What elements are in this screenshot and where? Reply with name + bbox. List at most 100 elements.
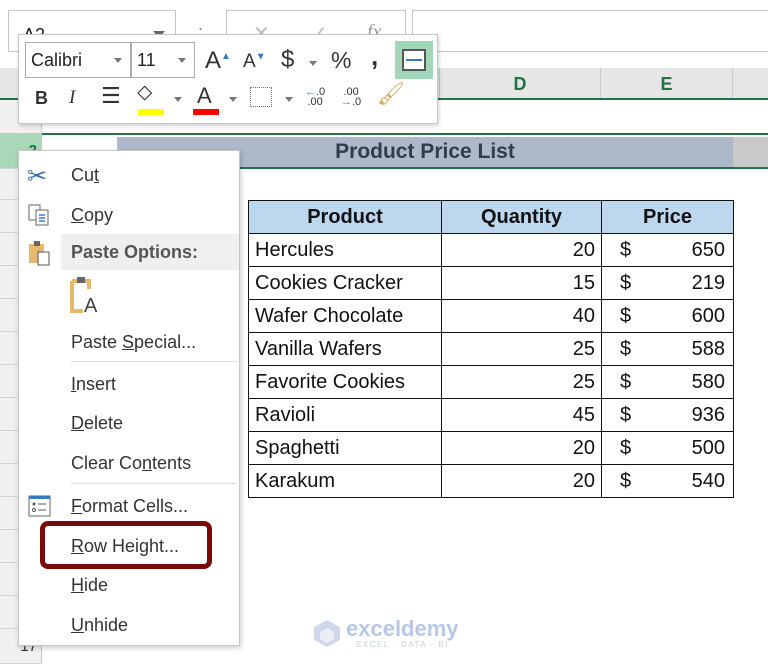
quantity-cell[interactable]: 25 [441,332,602,366]
menu-item-format-cells[interactable]: Format Cells... [19,487,239,523]
format-painter-icon[interactable]: 🖌 [377,81,405,107]
menu-item-cut[interactable]: ✂ Cut [19,156,239,192]
price-amount: 219 [691,271,725,294]
scissors-icon: ✂ [27,163,48,190]
align-center-icon[interactable]: ☰ [101,83,121,109]
percent-style-icon[interactable]: % [331,47,351,74]
wrap-text-button[interactable] [395,41,433,79]
price-amount: 588 [691,337,725,360]
menu-item-insert[interactable]: Insert [19,365,239,401]
currency-symbol: $ [620,337,632,360]
decrease-font-size-icon[interactable]: A▼ [243,51,266,73]
formula-input[interactable] [412,10,768,52]
title-cell-extension [733,137,768,167]
font-color-icon[interactable]: A [197,83,212,109]
column-header-f[interactable] [733,68,768,98]
menu-separator [71,361,237,362]
table-row: Spaghetti 20 $500 [248,431,734,465]
menu-item-clear-contents[interactable]: Clear Contents [19,444,239,480]
copy-icon [27,202,53,228]
chevron-down-icon [178,58,186,63]
table-row: Ravioli 45 $936 [248,398,734,432]
price-cell[interactable]: $600 [601,299,734,333]
bold-icon[interactable]: B [35,88,48,109]
header-price[interactable]: Price [601,200,734,234]
menu-label: Hide [71,575,109,595]
paste-options-header: Paste Options: [61,234,239,270]
header-product[interactable]: Product [248,200,442,234]
price-amount: 650 [691,238,725,261]
chevron-down-icon[interactable] [309,61,317,66]
mini-toolbar: Calibri 11 A▲ A▼ $ % , B I ☰ ⬦ A ←.0.00 … [18,34,438,124]
quantity-cell[interactable]: 20 [441,464,602,498]
increase-font-size-icon[interactable]: A▲ [205,47,231,75]
quantity-cell[interactable]: 20 [441,431,602,465]
excel-window: A2 : ✕ ✓ fx D E 2 3 4 5 6 7 8 9 10 11 12… [0,0,768,664]
table-row: Cookies Cracker 15 $219 [248,266,734,300]
product-cell[interactable]: Favorite Cookies [248,365,442,399]
quantity-cell[interactable]: 40 [441,299,602,333]
fill-color-swatch [138,109,164,115]
quantity-cell[interactable]: 15 [441,266,602,300]
watermark-brand: exceldemy [346,616,459,641]
chevron-down-icon[interactable] [174,97,182,102]
column-header-e[interactable]: E [601,68,733,98]
italic-icon[interactable]: I [69,87,75,109]
quantity-cell[interactable]: 45 [441,398,602,432]
decrease-decimal-icon[interactable]: .00 →.0 [341,87,361,108]
price-cell[interactable]: $580 [601,365,734,399]
fill-color-icon[interactable]: ⬦ [137,79,152,105]
accounting-format-icon[interactable]: $ [281,46,294,74]
menu-label: Cut [71,165,100,185]
product-table: Product Quantity Price Hercules 20 $650 Coo… [248,200,734,498]
price-cell[interactable]: $540 [601,464,734,498]
price-cell[interactable]: $588 [601,332,734,366]
product-cell[interactable]: Cookies Cracker [248,266,442,300]
comma-style-icon[interactable]: , [371,41,378,72]
row-height-highlight-box [40,521,212,569]
font-size-dropdown[interactable]: 11 [131,42,195,78]
paste-keep-formatting-icon[interactable]: A [69,275,103,317]
header-quantity[interactable]: Quantity [441,200,602,234]
watermark-tagline: EXCEL · DATA · BI [356,640,449,649]
product-cell[interactable]: Spaghetti [248,431,442,465]
menu-label: Format Cells... [71,496,189,516]
quantity-cell[interactable]: 20 [441,233,602,267]
menu-label: Delete [71,413,124,433]
font-size-value: 11 [137,50,156,70]
price-cell[interactable]: $650 [601,233,734,267]
menu-item-delete[interactable]: Delete [19,404,239,440]
currency-symbol: $ [620,304,632,327]
chevron-down-icon[interactable] [229,97,237,102]
menu-item-copy[interactable]: Copy [19,196,239,232]
table-header-row: Product Quantity Price [248,200,734,234]
menu-item-hide[interactable]: Hide [19,566,239,602]
column-header-d[interactable]: D [440,68,601,98]
menu-item-paste-special[interactable]: Paste Special... [19,323,239,359]
price-cell[interactable]: $219 [601,266,734,300]
product-cell[interactable]: Vanilla Wafers [248,332,442,366]
menu-item-unhide[interactable]: Unhide [19,606,239,642]
currency-symbol: $ [620,469,632,492]
menu-label: Clear Contents [71,453,192,473]
table-row: Wafer Chocolate 40 $600 [248,299,734,333]
increase-decimal-icon[interactable]: ←.0.00 [305,87,325,108]
price-amount: 580 [691,370,725,393]
price-cell[interactable]: $936 [601,398,734,432]
price-amount: 540 [691,469,725,492]
table-row: Vanilla Wafers 25 $588 [248,332,734,366]
quantity-cell[interactable]: 25 [441,365,602,399]
font-name-dropdown[interactable]: Calibri [25,42,131,78]
chevron-down-icon [114,58,122,63]
product-cell[interactable]: Hercules [248,233,442,267]
price-amount: 600 [691,304,725,327]
price-cell[interactable]: $500 [601,431,734,465]
borders-icon[interactable] [250,87,272,107]
product-cell[interactable]: Wafer Chocolate [248,299,442,333]
chevron-down-icon[interactable] [285,97,293,102]
product-cell[interactable]: Karakum [248,464,442,498]
wrap-text-icon [402,49,426,71]
product-cell[interactable]: Ravioli [248,398,442,432]
currency-symbol: $ [620,436,632,459]
table-row: Hercules 20 $650 [248,233,734,267]
